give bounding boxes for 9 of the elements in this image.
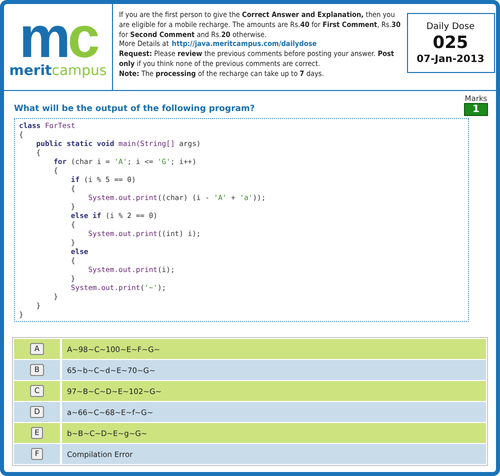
marks-value: 1 xyxy=(464,103,488,116)
dose-number: 025 xyxy=(432,32,468,54)
logo-letter: c xyxy=(68,15,97,61)
logo-word: merit xyxy=(9,63,52,79)
question-text: What will be the output of the following program? xyxy=(14,104,255,116)
logo-letter: m xyxy=(19,15,68,61)
dose-title: Daily Dose xyxy=(426,22,475,32)
dose-date: 07-Jan-2013 xyxy=(416,54,484,64)
logo-word: campus xyxy=(52,63,107,79)
